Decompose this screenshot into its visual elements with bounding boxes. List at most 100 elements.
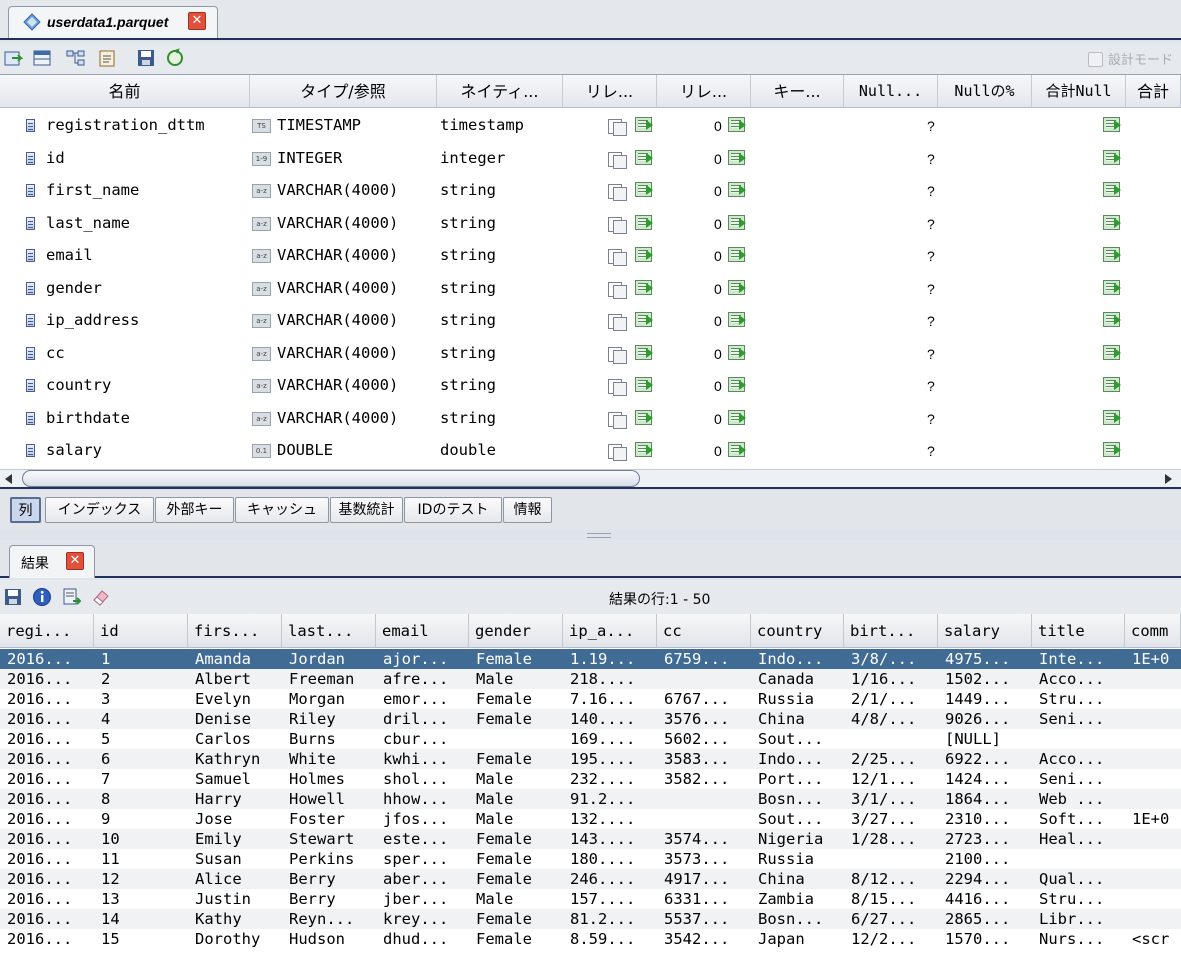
column-row[interactable]: last_name a-z VARCHAR(4000) string 0?: [0, 207, 1178, 240]
diagram-icon[interactable]: [66, 48, 86, 68]
result-header-email[interactable]: email: [376, 614, 469, 648]
tab-id-test[interactable]: IDのテスト: [404, 497, 502, 523]
result-cell-birthdate[interactable]: 12/2...: [851, 930, 937, 948]
results-tab[interactable]: 結果 ✕: [9, 545, 95, 578]
copy-icon[interactable]: [608, 280, 627, 299]
total-null-icon[interactable]: [1103, 247, 1121, 262]
navigate-relation-icon[interactable]: [728, 149, 746, 165]
result-cell-first-name[interactable]: Denise: [195, 710, 281, 728]
result-cell-country[interactable]: Port...: [758, 770, 843, 788]
result-cell-registration-dttm[interactable]: 2016...: [7, 930, 93, 948]
export-data-icon[interactable]: [61, 587, 81, 607]
result-header-id[interactable]: id: [94, 614, 188, 648]
result-cell-email[interactable]: jfos...: [383, 810, 468, 828]
result-cell-country[interactable]: Sout...: [758, 730, 843, 748]
navigate-relation-icon[interactable]: [728, 377, 746, 392]
result-cell-email[interactable]: aber...: [383, 870, 468, 888]
result-cell-country[interactable]: China: [758, 710, 843, 728]
result-cell-last-name[interactable]: Foster: [289, 810, 375, 828]
result-cell-registration-dttm[interactable]: 2016...: [7, 830, 93, 848]
navigate-icon[interactable]: [635, 312, 653, 327]
navigate-relation-icon[interactable]: [728, 442, 746, 457]
result-cell-ip-address[interactable]: 1.19...: [570, 650, 656, 668]
result-cell-country[interactable]: Indo...: [758, 650, 843, 668]
column-row[interactable]: id 1-9 INTEGER integer 0?: [0, 142, 1178, 175]
col-header-native[interactable]: ネイティ...: [437, 75, 563, 108]
result-cell-registration-dttm[interactable]: 2016...: [7, 770, 93, 788]
copy-icon[interactable]: [608, 182, 627, 201]
navigate-icon[interactable]: [635, 214, 653, 230]
col-header-relation2[interactable]: リレ...: [657, 75, 751, 108]
result-cell-gender[interactable]: Female: [476, 870, 562, 888]
result-cell-title[interactable]: Inte...: [1039, 650, 1124, 668]
result-row[interactable]: 2016... 15 Dorothy Hudson dhud... Female 8.59.…: [0, 929, 1181, 949]
open-table-icon[interactable]: [3, 48, 23, 68]
result-cell-title[interactable]: Soft...: [1039, 810, 1124, 828]
result-cell-salary[interactable]: 9026...: [945, 710, 1031, 728]
result-cell-title[interactable]: Seni...: [1039, 710, 1124, 728]
tab-foreign-keys[interactable]: 外部キー: [155, 497, 234, 523]
result-cell-country[interactable]: Russia: [758, 850, 843, 868]
navigate-icon[interactable]: [635, 247, 653, 262]
result-cell-last-name[interactable]: Burns: [289, 730, 375, 748]
result-cell-last-name[interactable]: Berry: [289, 870, 375, 888]
result-cell-first-name[interactable]: Albert: [195, 670, 281, 688]
total-null-icon[interactable]: [1103, 442, 1121, 457]
result-cell-registration-dttm[interactable]: 2016...: [7, 790, 93, 808]
result-header-gender[interactable]: gender: [469, 614, 563, 648]
pane-splitter[interactable]: [587, 533, 611, 538]
result-cell-salary[interactable]: [NULL]: [945, 730, 1031, 748]
copy-icon[interactable]: [608, 117, 627, 136]
navigate-icon[interactable]: [635, 409, 653, 425]
result-cell-birthdate[interactable]: 3/27...: [851, 810, 937, 828]
result-cell-first-name[interactable]: Jose: [195, 810, 281, 828]
result-cell-birthdate[interactable]: 2/1/...: [851, 690, 937, 708]
col-header-relation1[interactable]: リレ...: [563, 75, 657, 108]
tab-cardinality[interactable]: 基数統計: [330, 497, 403, 523]
total-null-icon[interactable]: [1103, 117, 1121, 132]
result-cell-email[interactable]: shol...: [383, 770, 468, 788]
result-row[interactable]: 2016... 11 Susan Perkins sper... Female 180...…: [0, 849, 1181, 869]
result-cell-id[interactable]: 10: [101, 830, 187, 848]
column-row[interactable]: birthdate a-z VARCHAR(4000) string 0?: [0, 402, 1178, 435]
export-icon[interactable]: [3, 587, 23, 607]
result-row[interactable]: 2016... 9 Jose Foster jfos... Male 132.... Sout…: [0, 809, 1181, 829]
result-cell-email[interactable]: ajor...: [383, 650, 468, 668]
result-row[interactable]: 2016... 6 Kathryn White kwhi... Female 195....…: [0, 749, 1181, 769]
properties-icon[interactable]: [97, 48, 117, 68]
navigate-relation-icon[interactable]: [728, 117, 746, 132]
close-results-icon[interactable]: ✕: [66, 552, 84, 570]
navigate-icon[interactable]: [635, 344, 653, 360]
result-row[interactable]: 2016... 2 Albert Freeman afre... Male 218.... C…: [0, 669, 1181, 689]
result-cell-cc[interactable]: 6331...: [664, 890, 750, 908]
result-cell-country[interactable]: Russia: [758, 690, 843, 708]
result-cell-title[interactable]: Libr...: [1039, 910, 1124, 928]
result-cell-country[interactable]: Indo...: [758, 750, 843, 768]
result-cell-id[interactable]: 4: [101, 710, 187, 728]
result-header-comments[interactable]: comm: [1125, 614, 1181, 648]
result-cell-first-name[interactable]: Dorothy: [195, 930, 281, 948]
result-row[interactable]: 2016... 10 Emily Stewart este... Female 143...…: [0, 829, 1181, 849]
result-header-ip-address[interactable]: ip_a...: [563, 614, 657, 648]
column-row[interactable]: ip_address a-z VARCHAR(4000) string 0?: [0, 304, 1178, 337]
result-cell-comments[interactable]: 1E+0: [1132, 650, 1180, 668]
file-tab[interactable]: userdata1.parquet ✕: [8, 6, 218, 38]
total-null-icon[interactable]: [1103, 377, 1121, 392]
result-cell-last-name[interactable]: Hudson: [289, 930, 375, 948]
result-cell-registration-dttm[interactable]: 2016...: [7, 730, 93, 748]
result-cell-last-name[interactable]: Riley: [289, 710, 375, 728]
result-cell-last-name[interactable]: Berry: [289, 890, 375, 908]
result-cell-salary[interactable]: 1449...: [945, 690, 1031, 708]
total-null-icon[interactable]: [1103, 182, 1121, 197]
result-cell-cc[interactable]: 3574...: [664, 830, 750, 848]
result-cell-ip-address[interactable]: 169....: [570, 730, 656, 748]
clear-eraser-icon[interactable]: [90, 587, 110, 607]
result-cell-first-name[interactable]: Evelyn: [195, 690, 281, 708]
save-icon[interactable]: [136, 48, 156, 68]
result-cell-registration-dttm[interactable]: 2016...: [7, 910, 93, 928]
result-cell-first-name[interactable]: Kathy: [195, 910, 281, 928]
navigate-relation-icon[interactable]: [728, 182, 746, 197]
col-header-total-null[interactable]: 合計Null: [1032, 75, 1126, 108]
result-cell-birthdate[interactable]: 12/1...: [851, 770, 937, 788]
result-header-country[interactable]: country: [751, 614, 844, 648]
